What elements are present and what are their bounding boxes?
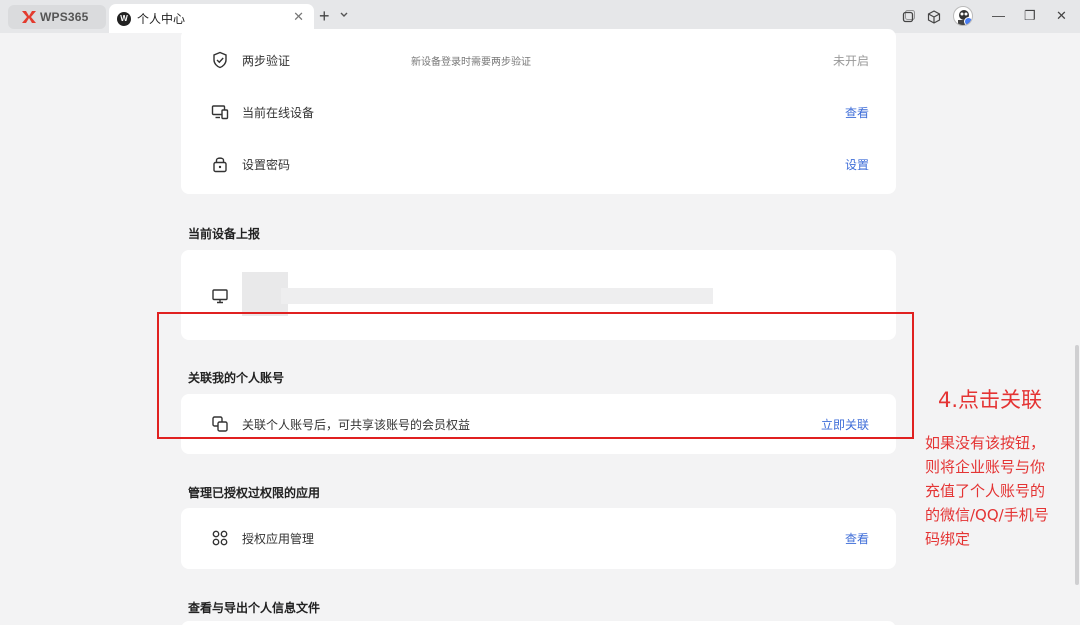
online-devices-row[interactable]: 当前在线设备 查看 — [181, 86, 896, 138]
two-step-label: 两步验证 — [242, 53, 291, 68]
monitor-icon — [211, 287, 229, 305]
wps-logo-icon — [22, 11, 36, 23]
authorized-apps-row[interactable]: 授权应用管理 查看 — [181, 512, 896, 564]
devices-icon — [211, 103, 229, 121]
online-devices-label: 当前在线设备 — [242, 105, 315, 120]
redacted-device-info-line — [281, 288, 713, 304]
shield-icon — [211, 51, 229, 69]
highlight-box — [157, 312, 914, 439]
tab-wps365-label: WPS365 — [40, 10, 89, 24]
cube-icon[interactable] — [927, 9, 941, 24]
set-password-link[interactable]: 设置 — [845, 156, 869, 173]
security-card: 两步验证 新设备登录时需要两步验证 未开启 当前在线设备 查看 设置密码 设置 — [181, 29, 896, 194]
wps-badge-icon: W — [117, 11, 131, 26]
screenshot-icon[interactable] — [901, 9, 915, 23]
export-info-card — [181, 621, 896, 625]
lock-icon — [211, 155, 229, 173]
two-step-status: 未开启 — [832, 53, 869, 68]
online-devices-view-link[interactable]: 查看 — [845, 104, 869, 121]
two-step-row[interactable]: 两步验证 新设备登录时需要两步验证 未开启 — [181, 34, 896, 86]
restore-button[interactable]: ❐ — [1024, 8, 1036, 24]
apps-grid-icon — [211, 529, 229, 547]
authorized-apps-title: 管理已授权过权限的应用 — [188, 486, 321, 500]
tab-wps365[interactable]: WPS365 — [8, 5, 106, 29]
set-password-row[interactable]: 设置密码 设置 — [181, 138, 896, 190]
authorized-apps-view-link[interactable]: 查看 — [845, 530, 869, 547]
set-password-label: 设置密码 — [242, 157, 291, 172]
two-step-desc: 新设备登录时需要两步验证 — [411, 56, 531, 68]
tab-menu-chevron-icon[interactable] — [340, 11, 348, 21]
close-window-button[interactable]: ✕ — [1056, 8, 1067, 24]
tab-personal-center-label: 个人中心 — [137, 12, 186, 26]
avatar-status-dot — [964, 17, 972, 25]
close-tab-icon[interactable]: ✕ — [293, 10, 304, 25]
annotation-title: 4.点击关联 — [938, 388, 1043, 412]
export-info-title: 查看与导出个人信息文件 — [188, 601, 321, 615]
user-avatar[interactable] — [953, 6, 973, 26]
minimize-button[interactable]: — — [992, 8, 1005, 23]
new-tab-button[interactable]: + — [319, 6, 330, 27]
device-report-title: 当前设备上报 — [188, 227, 261, 241]
authorized-apps-label: 授权应用管理 — [242, 531, 315, 546]
authorized-apps-card: 授权应用管理 查看 — [181, 508, 896, 569]
annotation-text: 如果没有该按钮， 则将企业账号与你 充值了个人账号的 的微信/QQ/手机号 码绑… — [925, 434, 1049, 548]
